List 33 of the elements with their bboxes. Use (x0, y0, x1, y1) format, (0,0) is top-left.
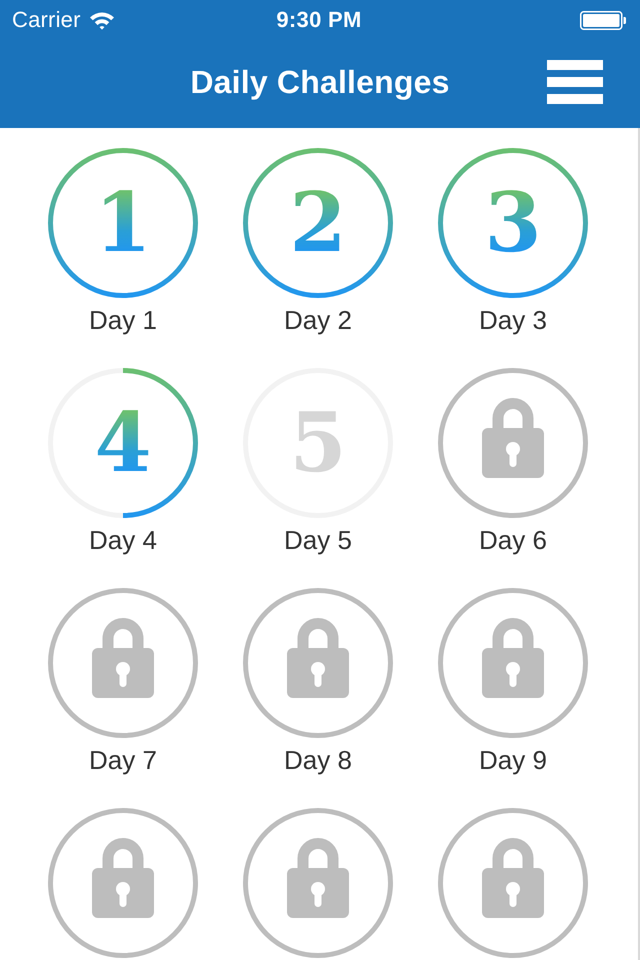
carrier-name: Carrier (12, 7, 81, 33)
day-ring[interactable] (243, 808, 393, 958)
wifi-icon (88, 10, 115, 30)
lock-icon (482, 838, 544, 918)
menu-icon (547, 60, 603, 104)
day-ring[interactable] (48, 808, 198, 958)
day-label: Day 3 (479, 304, 547, 336)
day-ring[interactable] (438, 588, 588, 738)
lock-icon (287, 838, 349, 918)
menu-button[interactable] (547, 60, 603, 104)
day-label: Day 2 (284, 304, 352, 336)
day-label: Day 5 (284, 524, 352, 556)
day-ring[interactable] (243, 588, 393, 738)
day-ring[interactable] (243, 148, 393, 298)
day-ring[interactable] (48, 588, 198, 738)
day-label: Day 8 (284, 744, 352, 776)
lock-icon (92, 618, 154, 698)
day-ring[interactable] (438, 368, 588, 518)
day-label: Day 6 (479, 524, 547, 556)
day-label: Day 1 (89, 304, 157, 336)
day-label: Day 9 (479, 744, 547, 776)
day-ring[interactable] (48, 148, 198, 298)
day-label: Day 4 (89, 524, 157, 556)
screen-title: Daily Challenges (190, 64, 450, 100)
lock-icon (287, 618, 349, 698)
day-label: Day 7 (89, 744, 157, 776)
day-ring[interactable] (438, 808, 588, 958)
day-ring[interactable] (438, 148, 588, 298)
lock-icon (92, 838, 154, 918)
status-time: 9:30 PM (276, 7, 362, 33)
battery-icon (580, 10, 626, 30)
lock-icon (482, 618, 544, 698)
lock-icon (482, 398, 544, 478)
